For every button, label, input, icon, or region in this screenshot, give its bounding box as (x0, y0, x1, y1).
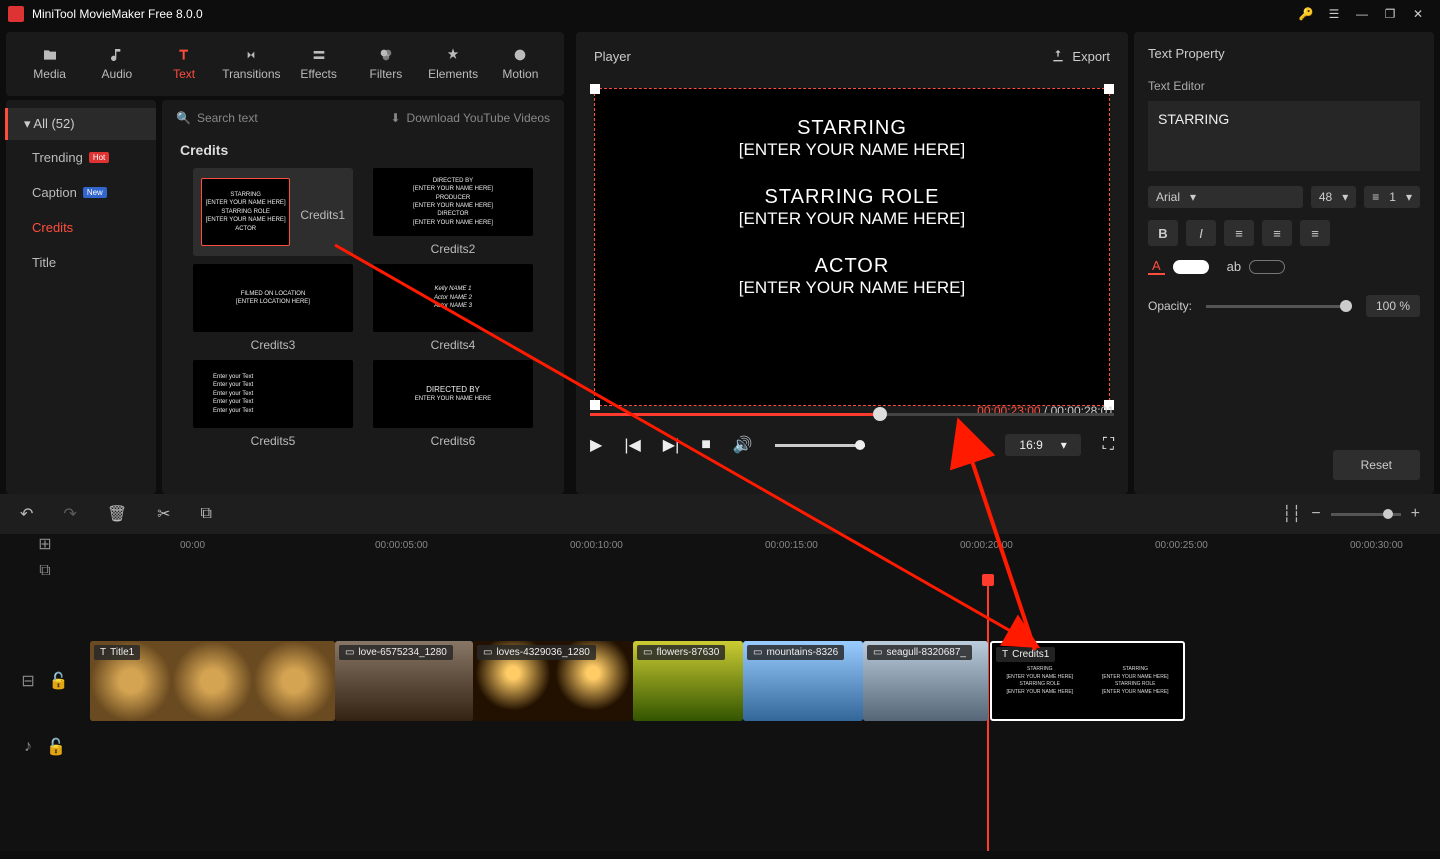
redo-button[interactable]: ↷ (63, 504, 76, 524)
opacity-slider[interactable] (1206, 305, 1352, 308)
tab-text[interactable]: Text (151, 47, 218, 81)
template-grid: STARRING[ENTER YOUR NAME HERE]STARRING R… (162, 168, 564, 494)
play-button[interactable]: ▶ (590, 435, 602, 455)
track-lock-icon[interactable]: 🔓 (46, 737, 66, 757)
tab-effects[interactable]: Effects (285, 47, 352, 81)
align-right-button[interactable]: ≡ (1300, 220, 1330, 246)
panel-title: Text Property (1148, 46, 1420, 61)
thumb-credits1[interactable]: STARRING[ENTER YOUR NAME HERE]STARRING R… (193, 168, 353, 256)
category-all[interactable]: ▾ All (52) (5, 108, 156, 140)
key-icon[interactable]: 🔑 (1292, 0, 1320, 28)
stop-button[interactable]: ■ (701, 436, 711, 454)
bold-button[interactable]: B (1148, 220, 1178, 246)
next-frame-button[interactable]: ▶| (663, 435, 679, 455)
opacity-label: Opacity: (1148, 299, 1192, 313)
category-sidebar: ▾ All (52) TrendingHot CaptionNew Credit… (6, 100, 156, 494)
time-ruler[interactable]: 00:00 00:00:05:00 00:00:10:00 00:00:15:0… (180, 534, 1440, 574)
aspect-select[interactable]: 16:9▾ (1005, 434, 1080, 456)
highlight-icon: ab (1227, 259, 1241, 274)
delete-button[interactable]: 🗑 (107, 504, 127, 524)
image-clip-icon: ▭ (873, 647, 882, 658)
export-button[interactable]: Export (1050, 48, 1110, 64)
editor-label: Text Editor (1148, 79, 1420, 93)
zoom-slider[interactable] (1331, 513, 1401, 516)
font-select[interactable]: Arial▾ (1148, 186, 1303, 208)
thumb-credits2[interactable]: DIRECTED BY[ENTER YOUR NAME HERE]PRODUCE… (373, 168, 533, 256)
titlebar: MiniTool MovieMaker Free 8.0.0 🔑 ☰ — ❐ ✕ (0, 0, 1440, 28)
image-clip-icon: ▭ (345, 647, 354, 658)
player-panel: Player Export STARRING[ENTER YOUR NAME H… (576, 32, 1128, 494)
image-clip-icon: ▭ (643, 647, 652, 658)
crop-button[interactable]: ⧉ (201, 505, 212, 523)
thumb-credits6[interactable]: DIRECTED BYENTER YOUR NAME HERE Credits6 (373, 360, 533, 448)
track-video-icon: ⊟ (21, 671, 34, 691)
line-spacing-icon: ≡ (1372, 190, 1379, 204)
track-lock-icon[interactable]: 🔓 (49, 671, 69, 691)
image-clip-icon: ▭ (753, 647, 762, 658)
download-youtube-link[interactable]: ⬇ Download YouTube Videos (390, 111, 550, 125)
tab-audio[interactable]: Audio (83, 47, 150, 81)
resize-handle[interactable] (1104, 84, 1114, 94)
app-logo (8, 6, 24, 22)
zoom-fit-button[interactable]: ┆┆ (1282, 504, 1301, 524)
tab-filters[interactable]: Filters (352, 47, 419, 81)
menu-icon[interactable]: ☰ (1320, 0, 1348, 28)
zoom-in-button[interactable]: + (1411, 505, 1420, 523)
volume-slider[interactable] (775, 444, 865, 447)
section-heading: Credits (162, 136, 564, 168)
resize-handle[interactable] (590, 84, 600, 94)
text-color-icon: A (1148, 258, 1165, 275)
thumb-credits3[interactable]: FILMED ON LOCATION[ENTER LOCATION HERE] … (193, 264, 353, 352)
size-select[interactable]: 48▾ (1311, 186, 1356, 208)
search-input[interactable]: 🔍 Search text (176, 111, 258, 125)
fullscreen-button[interactable]: ⛶ (1103, 436, 1114, 454)
italic-button[interactable]: I (1186, 220, 1216, 246)
thumb-credits5[interactable]: Enter your TextEnter your TextEnter your… (193, 360, 353, 448)
audio-track: ♪🔓 (0, 722, 1440, 772)
tab-media[interactable]: Media (16, 47, 83, 81)
align-left-button[interactable]: ≡ (1224, 220, 1254, 246)
align-center-button[interactable]: ≡ (1262, 220, 1292, 246)
opacity-value: 100 % (1366, 295, 1420, 317)
category-caption[interactable]: CaptionNew (6, 175, 156, 210)
preview-area[interactable]: STARRING[ENTER YOUR NAME HERE] STARRING … (586, 80, 1118, 414)
timeline-add-icon[interactable]: ⊞ (38, 534, 51, 554)
thumb-credits4[interactable]: Kelly NAME 1Actor NAME 2Actor NAME 3 Cre… (373, 264, 533, 352)
text-input[interactable] (1148, 101, 1420, 171)
text-property-panel: Text Property Text Editor Arial▾ 48▾ ≡1▾… (1134, 32, 1434, 494)
text-clip-icon: T (1002, 649, 1008, 660)
player-title: Player (594, 49, 631, 64)
category-trending[interactable]: TrendingHot (6, 140, 156, 175)
maximize-icon[interactable]: ❐ (1376, 0, 1404, 28)
minimize-icon[interactable]: — (1348, 0, 1376, 28)
track-audio-icon: ♪ (24, 738, 32, 756)
tab-transitions[interactable]: Transitions (218, 47, 285, 81)
timeline-collapse-icon[interactable]: ⧉ (39, 562, 50, 580)
split-button[interactable]: ✂ (157, 504, 170, 524)
image-clip-icon: ▭ (483, 647, 492, 658)
close-icon[interactable]: ✕ (1404, 0, 1432, 28)
app-title: MiniTool MovieMaker Free 8.0.0 (32, 7, 203, 21)
tab-elements[interactable]: Elements (420, 47, 487, 81)
highlight-color-swatch[interactable] (1249, 260, 1285, 274)
zoom-out-button[interactable]: − (1311, 505, 1320, 523)
reset-button[interactable]: Reset (1333, 450, 1420, 480)
volume-icon[interactable]: 🔊 (733, 435, 753, 455)
category-title[interactable]: Title (6, 245, 156, 280)
seek-bar[interactable]: 00:00:23:00 / 00:00:28:01 (590, 404, 1114, 424)
spacing-select[interactable]: ≡1▾ (1364, 186, 1420, 208)
prev-frame-button[interactable]: |◀ (624, 435, 640, 455)
tab-motion[interactable]: Motion (487, 47, 554, 81)
text-clip-icon: T (100, 647, 106, 658)
undo-button[interactable]: ↶ (20, 504, 33, 524)
main-tabs: Media Audio Text Transitions Effects Fil… (6, 32, 564, 96)
timeline: ↶ ↷ 🗑 ✂ ⧉ ┆┆ − + ⊞ ⧉ 00:00 00:00:05:00 0… (0, 494, 1440, 851)
category-credits[interactable]: Credits (6, 210, 156, 245)
text-color-swatch[interactable] (1173, 260, 1209, 274)
